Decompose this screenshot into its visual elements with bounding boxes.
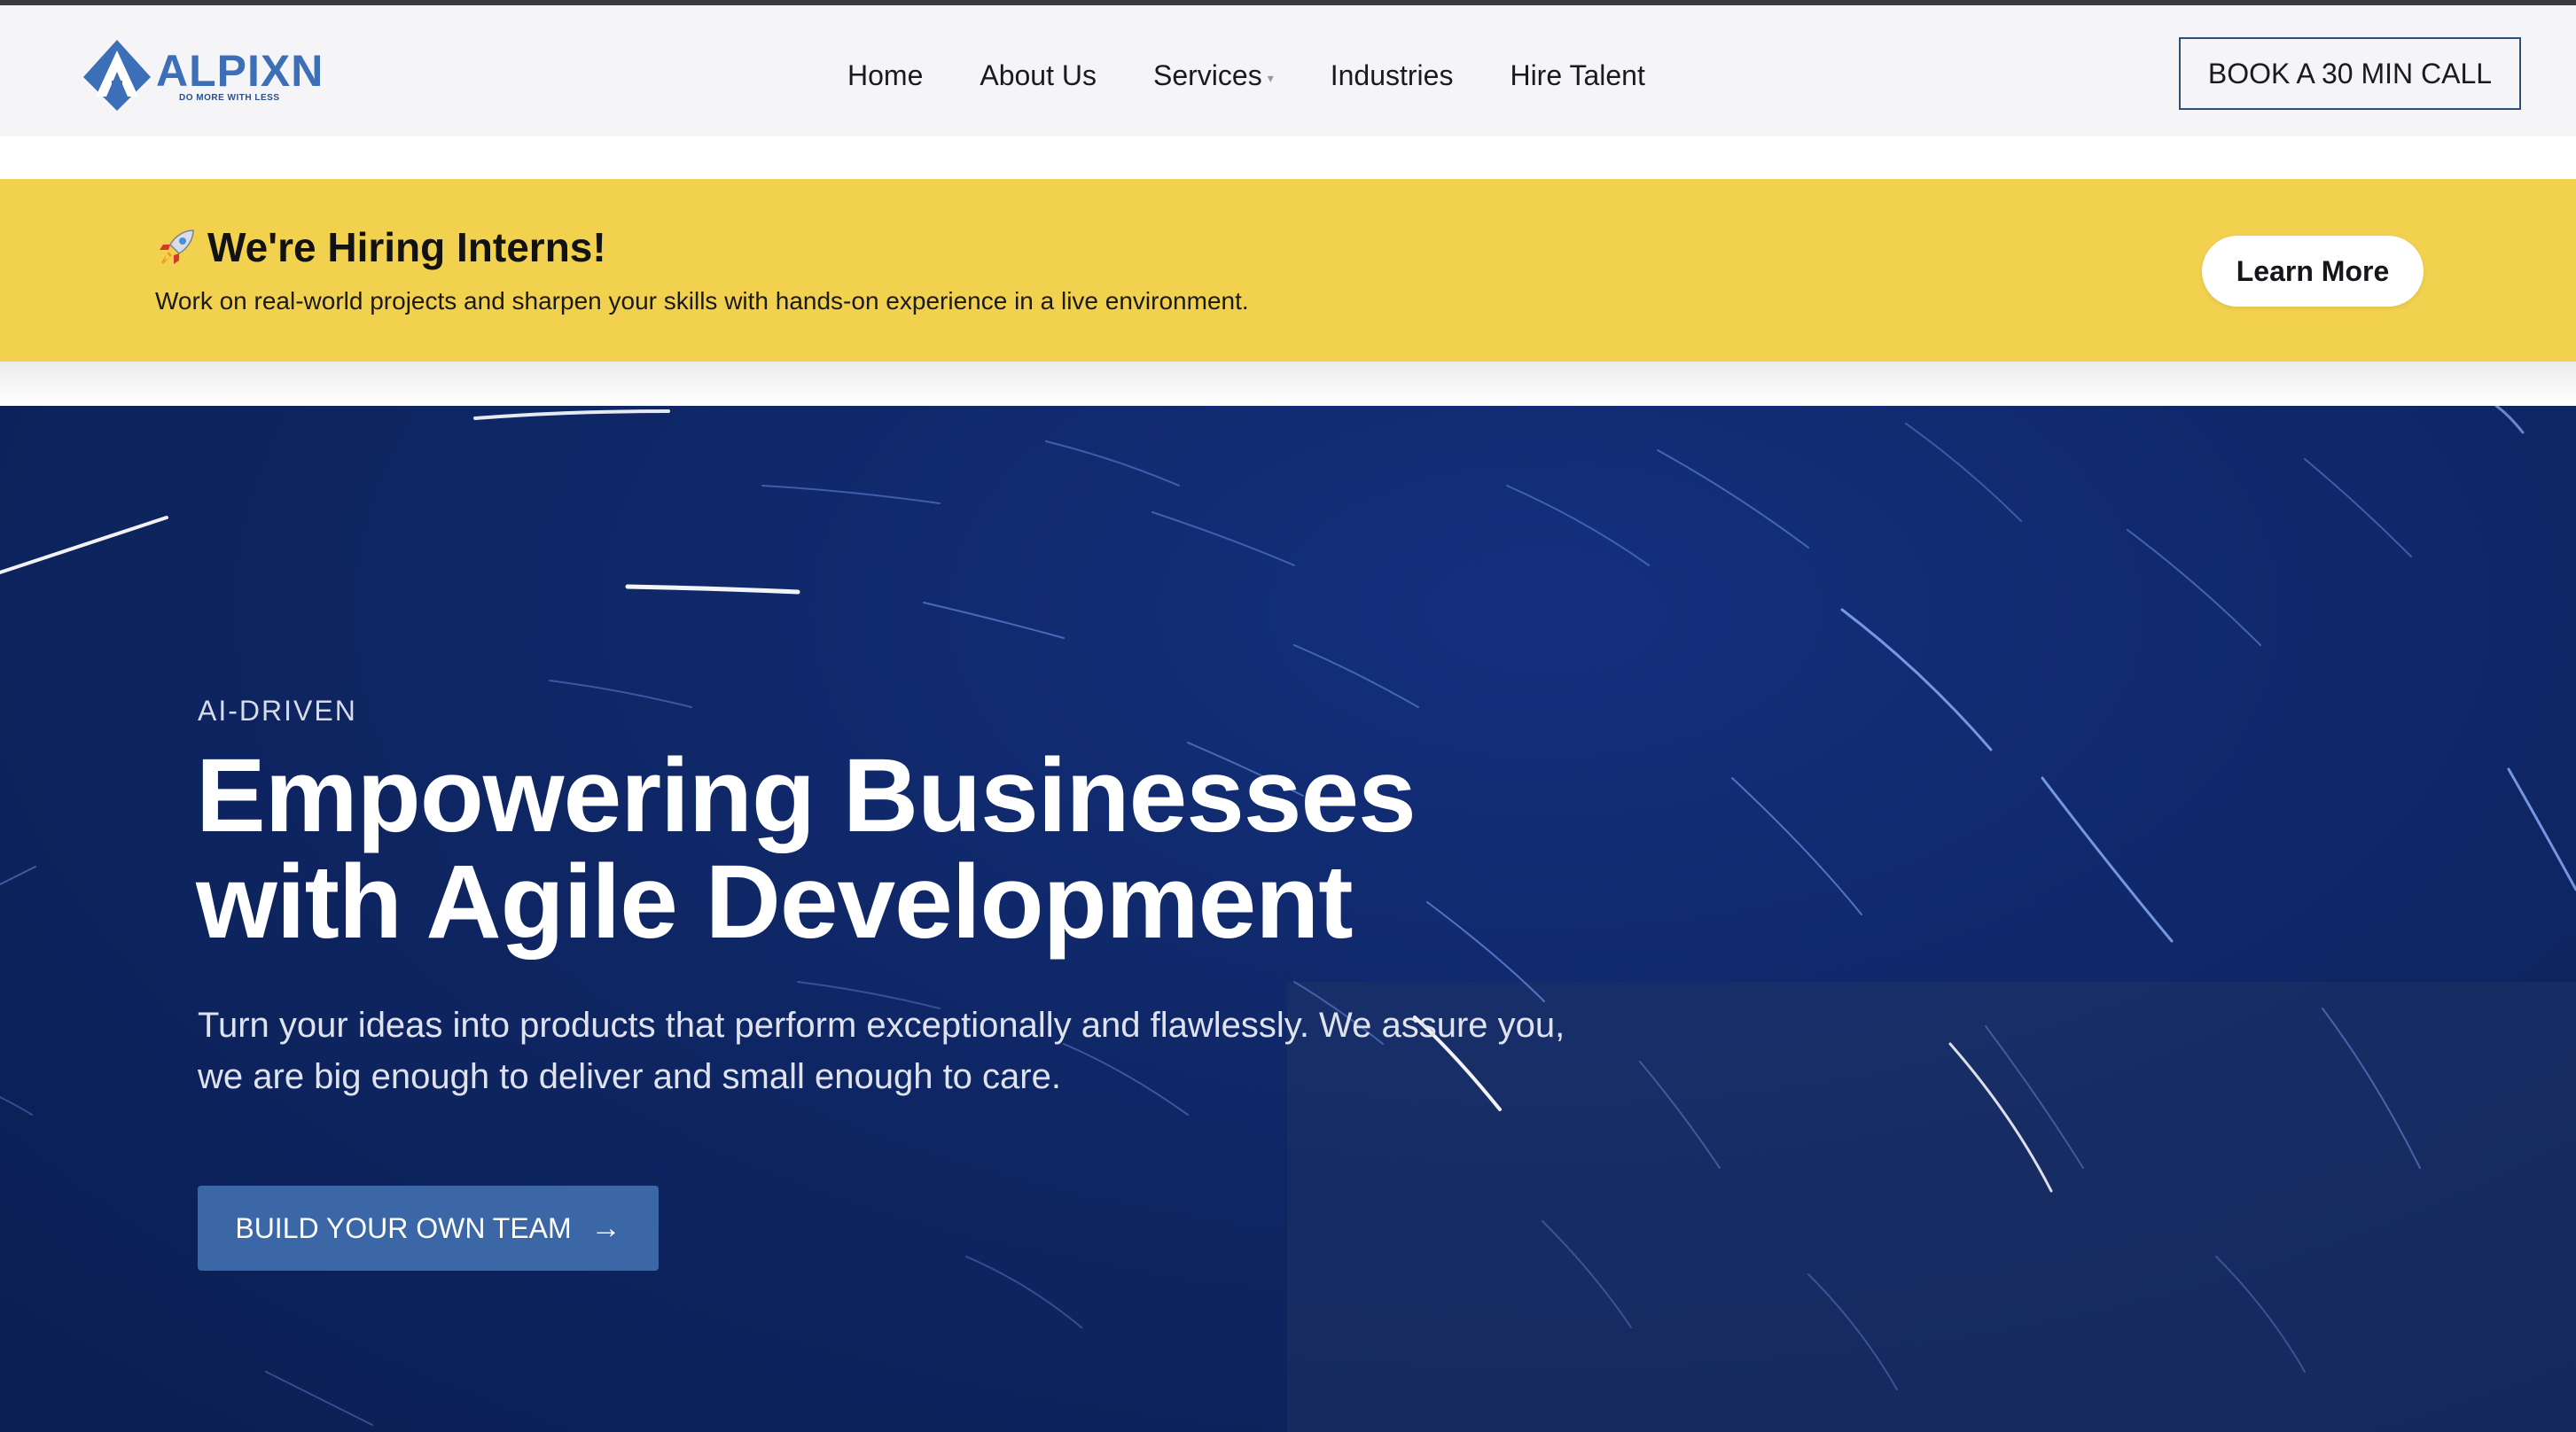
- learn-more-button[interactable]: Learn More: [2202, 236, 2424, 307]
- nav-hire-talent-label: Hire Talent: [1510, 58, 1645, 91]
- build-team-button[interactable]: BUILD YOUR OWN TEAM →: [198, 1186, 659, 1271]
- chevron-down-icon: ▾: [1267, 70, 1274, 85]
- hero-headline-line1: Empowering Businesses: [196, 737, 1417, 854]
- hero-headline: Empowering Businesses with Agile Develop…: [196, 743, 1526, 955]
- logo-word: ALPIXN: [156, 45, 324, 96]
- nav-home-label: Home: [847, 58, 924, 91]
- nav-hire-talent[interactable]: Hire Talent: [1510, 59, 1644, 92]
- hero-subtitle-line1: Turn your ideas into products that perfo…: [198, 1006, 1565, 1045]
- hero-subtitle: Turn your ideas into products that perfo…: [198, 1000, 1616, 1102]
- site-header: ALPIXN DO MORE WITH LESS Home About Us S…: [0, 5, 2576, 136]
- hero-headline-line2: with Agile Development: [196, 844, 1354, 961]
- hero-eyebrow: AI-DRIVEN: [198, 695, 357, 727]
- hero-subtitle-line2: we are big enough to deliver and small e…: [198, 1057, 1061, 1096]
- build-team-label: BUILD YOUR OWN TEAM: [235, 1211, 572, 1244]
- page: ALPIXN DO MORE WITH LESS Home About Us S…: [0, 0, 2576, 1432]
- banner-divider: [0, 362, 2576, 406]
- arrow-right-icon: →: [590, 1210, 621, 1245]
- logo[interactable]: ALPIXN DO MORE WITH LESS: [74, 32, 332, 117]
- nav-about-us-label: About Us: [980, 58, 1097, 91]
- hiring-banner: We're Hiring Interns! Work on real-world…: [0, 179, 2576, 362]
- nav-industries-label: Industries: [1330, 58, 1454, 91]
- nav-industries[interactable]: Industries: [1331, 59, 1454, 92]
- nav-home[interactable]: Home: [847, 59, 923, 92]
- banner-subtitle: Work on real-world projects and sharpen …: [155, 287, 1249, 315]
- hero-section: AI-DRIVEN Empowering Businesses with Agi…: [0, 406, 2576, 1432]
- main-nav: Home About Us Services ▾ Industries Hire …: [847, 53, 1645, 97]
- book-call-button[interactable]: BOOK A 30 MIN CALL: [2179, 37, 2521, 110]
- logo-mark-icon: [83, 40, 151, 111]
- banner-title: We're Hiring Interns!: [154, 223, 606, 271]
- logo-tagline: DO MORE WITH LESS: [179, 92, 280, 103]
- logo-text: ALPIXN DO MORE WITH LESS: [156, 47, 324, 103]
- nav-services[interactable]: Services ▾: [1153, 59, 1274, 92]
- banner-title-text: We're Hiring Interns!: [207, 224, 606, 270]
- nav-services-label: Services: [1152, 58, 1262, 91]
- rocket-icon: [160, 230, 194, 264]
- nav-about-us[interactable]: About Us: [980, 59, 1097, 92]
